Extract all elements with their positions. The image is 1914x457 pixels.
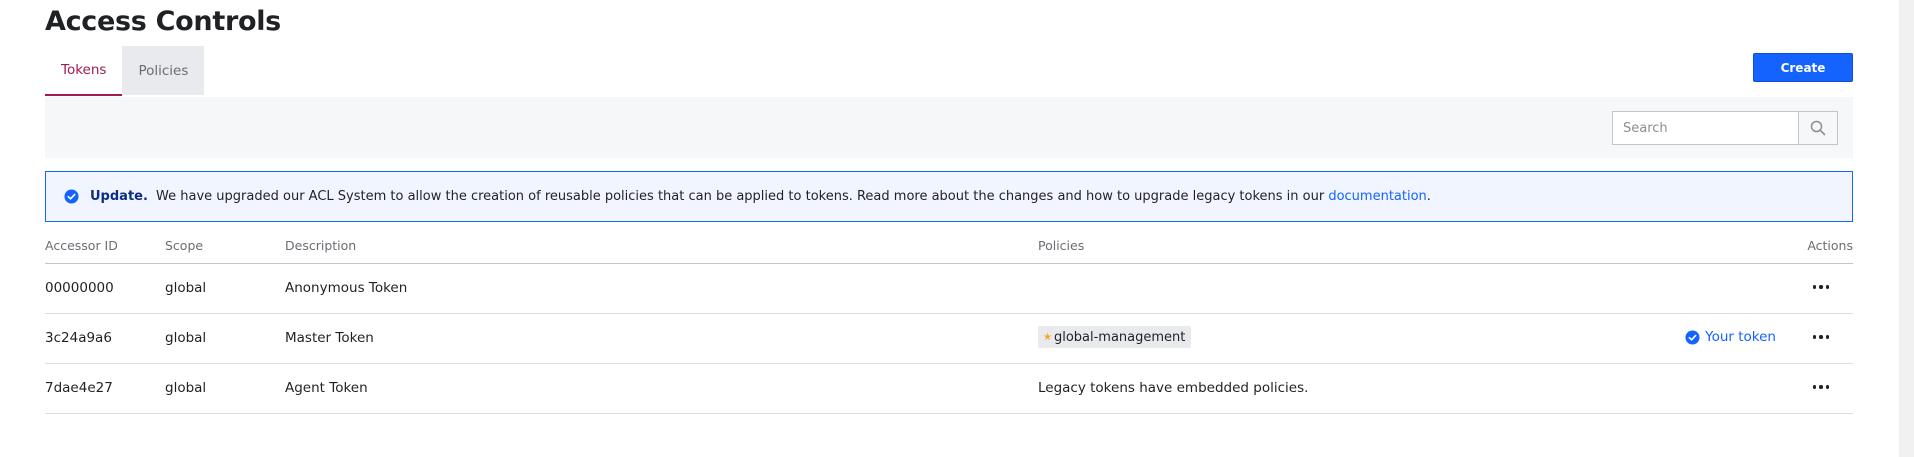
accessor-id: 7dae4e27 [45, 380, 113, 396]
notice-text: We have upgraded our ACL System to allow… [151, 189, 1329, 204]
policy-pill[interactable]: ★ global-management [1038, 326, 1192, 348]
header-accessor-id: Accessor ID [45, 238, 118, 253]
tab-policies[interactable]: Policies [122, 46, 205, 95]
documentation-link[interactable]: documentation [1328, 189, 1426, 204]
star-icon: ★ [1043, 331, 1052, 343]
check-circle-icon [64, 189, 79, 204]
policy-name: global-management [1053, 329, 1186, 345]
table-row[interactable]: 7dae4e27 global Agent Token Legacy token… [45, 364, 1853, 414]
table-row[interactable]: 00000000 global Anonymous Token [45, 264, 1853, 314]
your-token-badge: Your token [1685, 329, 1776, 345]
description: Agent Token [285, 380, 368, 396]
ellipsis-icon [1812, 385, 1830, 389]
update-notice: Update. We have upgraded our ACL System … [45, 171, 1853, 222]
check-circle-icon [1685, 329, 1700, 345]
notice-message: Update. We have upgraded our ACL System … [90, 189, 1431, 204]
scope: global [165, 380, 207, 396]
more-actions-button[interactable] [1809, 376, 1833, 398]
notice-end: . [1426, 189, 1431, 204]
tab-bar: Tokens Policies [45, 46, 205, 96]
tab-tokens[interactable]: Tokens [45, 46, 123, 96]
accessor-id: 00000000 [45, 280, 114, 296]
accessor-id: 3c24a9a6 [45, 330, 112, 346]
tokens-table: Accessor ID Scope Description Policies A… [45, 236, 1853, 414]
search-box [1612, 111, 1838, 145]
scope: global [165, 330, 207, 346]
create-button[interactable]: Create [1753, 53, 1853, 82]
more-actions-button[interactable] [1809, 326, 1833, 348]
scope: global [165, 280, 207, 296]
ellipsis-icon [1812, 335, 1830, 339]
your-token-label: Your token [1705, 329, 1776, 345]
header-description: Description [285, 238, 357, 253]
policies: Legacy tokens have embedded policies. [1038, 380, 1309, 396]
table-row[interactable]: 3c24a9a6 global Master Token ★ global-ma… [45, 314, 1853, 364]
description: Master Token [285, 330, 374, 346]
more-actions-button[interactable] [1809, 276, 1833, 298]
page-scrollbar[interactable] [1899, 0, 1914, 457]
filter-toolbar [45, 97, 1853, 158]
header-scope: Scope [165, 238, 204, 253]
notice-title: Update. [90, 189, 148, 204]
description: Anonymous Token [285, 280, 408, 296]
header-policies: Policies [1038, 238, 1085, 253]
ellipsis-icon [1812, 285, 1830, 289]
search-button[interactable] [1798, 112, 1837, 144]
header-actions: Actions [1807, 238, 1853, 253]
search-input[interactable] [1613, 112, 1798, 144]
page-title: Access Controls [45, 6, 281, 37]
search-icon [1810, 120, 1826, 136]
table-header: Accessor ID Scope Description Policies A… [45, 236, 1853, 264]
